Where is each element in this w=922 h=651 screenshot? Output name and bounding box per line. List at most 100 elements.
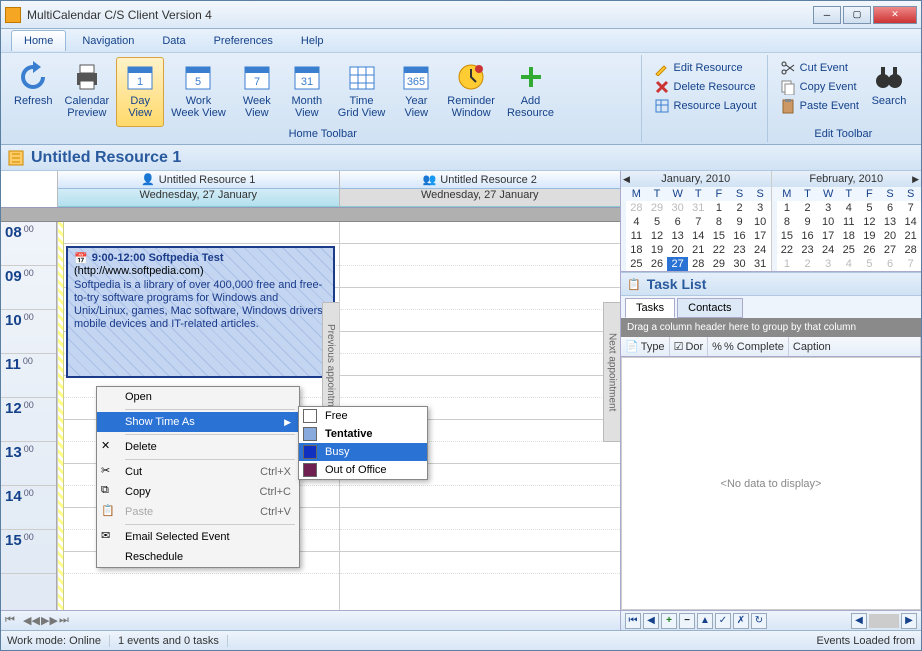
menu-tab-preferences[interactable]: Preferences <box>202 31 285 51</box>
minical-day[interactable]: 9 <box>797 215 818 229</box>
ribbon-time-grid-view[interactable]: TimeGrid View <box>333 57 390 127</box>
minical-day[interactable]: 27 <box>880 243 901 257</box>
ribbon-month-view[interactable]: 31MonthView <box>283 57 331 127</box>
minical-day[interactable]: 31 <box>750 257 771 271</box>
menu-tab-help[interactable]: Help <box>289 31 336 51</box>
minical-day[interactable]: 31 <box>688 201 709 215</box>
task-scroll-left-button[interactable]: ◀ <box>851 613 867 629</box>
ctx-cut[interactable]: ✂CutCtrl+X <box>97 462 299 482</box>
task-refresh-button[interactable]: ↻ <box>751 613 767 629</box>
nav-next-icon[interactable]: ▶▶ <box>41 614 55 628</box>
minical-day[interactable]: 14 <box>900 215 921 229</box>
menu-tab-data[interactable]: Data <box>150 31 197 51</box>
minical-day[interactable]: 23 <box>729 243 750 257</box>
ctx-open[interactable]: Open <box>97 387 299 407</box>
minical-day[interactable]: 14 <box>688 229 709 243</box>
task-accept-button[interactable]: ✓ <box>715 613 731 629</box>
ribbon-year-view[interactable]: 365YearView <box>392 57 440 127</box>
column-resource-2[interactable]: 👥Untitled Resource 2 <box>340 171 621 189</box>
task-first-button[interactable]: ⏮ <box>625 613 641 629</box>
task-col-dor[interactable]: ☑Dor <box>670 337 709 356</box>
minical-day[interactable]: 19 <box>647 243 668 257</box>
minical-day[interactable]: 10 <box>818 215 839 229</box>
ctx-email[interactable]: ✉Email Selected Event <box>97 527 299 547</box>
timeas-tentative[interactable]: Tentative <box>299 425 427 443</box>
task-scroll-right-button[interactable]: ▶ <box>901 613 917 629</box>
calendar-event[interactable]: 📅9:00-12:00 Softpedia Test (http://www.s… <box>66 246 335 378</box>
task-cancel-button[interactable]: ✗ <box>733 613 749 629</box>
ribbon-day-view[interactable]: 1DayView <box>116 57 164 127</box>
minical-day[interactable]: 12 <box>859 215 880 229</box>
minical-day[interactable]: 27 <box>667 257 688 271</box>
task-prev-button[interactable]: ◀ <box>643 613 659 629</box>
task-group-hint[interactable]: Drag a column header here to group by th… <box>621 318 921 337</box>
minical-day[interactable]: 15 <box>709 229 730 243</box>
minical-day[interactable]: 7 <box>900 201 921 215</box>
task-up-button[interactable]: ▲ <box>697 613 713 629</box>
minical-day[interactable]: 18 <box>838 229 859 243</box>
timeas-out-of-office[interactable]: Out of Office <box>299 461 427 479</box>
ribbon-cut-event[interactable]: Cut Event <box>778 59 861 77</box>
minical-day[interactable]: 7 <box>900 257 921 271</box>
minical-day[interactable]: 6 <box>667 215 688 229</box>
ctx-show-time-as[interactable]: Show Time As▶ <box>97 412 299 432</box>
task-col-type[interactable]: 📄Type <box>621 337 670 356</box>
minical-day[interactable]: 1 <box>777 201 798 215</box>
minical-day[interactable]: 3 <box>750 201 771 215</box>
minical-day[interactable]: 5 <box>859 201 880 215</box>
minical-day[interactable]: 6 <box>880 201 901 215</box>
minical-day[interactable]: 15 <box>777 229 798 243</box>
minical-day[interactable]: 5 <box>859 257 880 271</box>
minical-day[interactable]: 10 <box>750 215 771 229</box>
task-tab-contacts[interactable]: Contacts <box>677 298 742 318</box>
ribbon-edit-resource[interactable]: Edit Resource <box>652 59 759 77</box>
minical-day[interactable]: 8 <box>777 215 798 229</box>
ribbon-resource-layout[interactable]: Resource Layout <box>652 97 759 115</box>
minical-day[interactable]: 2 <box>797 257 818 271</box>
ribbon-week-view[interactable]: 7WeekView <box>233 57 281 127</box>
ctx-delete[interactable]: ✕Delete <box>97 437 299 457</box>
minical-day[interactable]: 11 <box>626 229 647 243</box>
task-col-caption[interactable]: Caption <box>789 337 921 356</box>
ctx-copy[interactable]: ⧉CopyCtrl+C <box>97 482 299 502</box>
minical-day[interactable]: 23 <box>797 243 818 257</box>
menu-tab-navigation[interactable]: Navigation <box>70 31 146 51</box>
minical-day[interactable]: 22 <box>777 243 798 257</box>
ribbon-copy-event[interactable]: Copy Event <box>778 78 861 96</box>
minical-day[interactable]: 4 <box>838 201 859 215</box>
minical-day[interactable]: 24 <box>818 243 839 257</box>
task-remove-button[interactable]: − <box>679 613 695 629</box>
minical-day[interactable]: 22 <box>709 243 730 257</box>
minical-day[interactable]: 7 <box>688 215 709 229</box>
minical-day[interactable]: 17 <box>818 229 839 243</box>
ctx-paste[interactable]: 📋PasteCtrl+V <box>97 502 299 522</box>
minical-day[interactable]: 25 <box>626 257 647 271</box>
minical-day[interactable]: 1 <box>777 257 798 271</box>
minical-day[interactable]: 16 <box>797 229 818 243</box>
minical-day[interactable]: 29 <box>647 201 668 215</box>
menu-tab-home[interactable]: Home <box>11 30 66 51</box>
task-tab-tasks[interactable]: Tasks <box>625 298 675 318</box>
minical-day[interactable]: 17 <box>750 229 771 243</box>
minical-day[interactable]: 2 <box>729 201 750 215</box>
maximize-button[interactable]: ▢ <box>843 6 871 24</box>
timeas-busy[interactable]: Busy <box>299 443 427 461</box>
minical-day[interactable]: 4 <box>626 215 647 229</box>
minical-day[interactable]: 19 <box>859 229 880 243</box>
column-resource-1[interactable]: 👤Untitled Resource 1 <box>58 171 339 189</box>
ribbon-work-week-view[interactable]: 5WorkWeek View <box>166 57 231 127</box>
ctx-reschedule[interactable]: Reschedule <box>97 547 299 567</box>
minical-day[interactable]: 20 <box>880 229 901 243</box>
minical-day[interactable]: 21 <box>900 229 921 243</box>
nav-last-icon[interactable]: ⏭ <box>59 614 73 628</box>
nav-prev-icon[interactable]: ◀◀ <box>23 614 37 628</box>
minical-day[interactable]: 16 <box>729 229 750 243</box>
minical-day[interactable]: 13 <box>880 215 901 229</box>
minical-day[interactable]: 5 <box>647 215 668 229</box>
minical-day[interactable]: 3 <box>818 257 839 271</box>
minical-day[interactable]: 8 <box>709 215 730 229</box>
minical-day[interactable]: 26 <box>647 257 668 271</box>
minical-day[interactable]: 20 <box>667 243 688 257</box>
minical-day[interactable]: 11 <box>838 215 859 229</box>
minical-prev[interactable]: ◀ <box>623 174 630 185</box>
